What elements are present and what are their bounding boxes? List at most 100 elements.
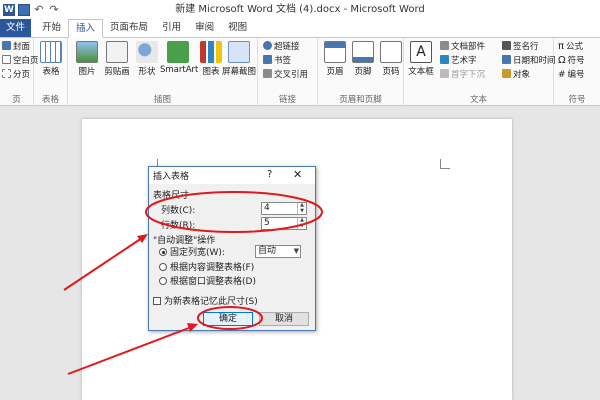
spinner-arrows-icon[interactable]: ▲ ▼ [297, 217, 306, 229]
table-icon [40, 41, 62, 63]
checkbox-icon [153, 297, 161, 305]
hyperlink-icon [263, 41, 272, 50]
quick-parts-icon [440, 41, 449, 50]
autofit-window-radio[interactable]: 根据窗口调整表格(D) [159, 276, 256, 288]
cover-page-icon [2, 41, 11, 50]
autofit-content-radio[interactable]: 根据内容调整表格(F) [159, 262, 254, 274]
title-bar: W ↶ ↷ 新建 Microsoft Word 文档 (4).docx - Mi… [0, 0, 600, 19]
ribbon-tabs: 文件 开始 插入 页面布局 引用 审阅 视图 [0, 19, 600, 38]
bookmark-button[interactable]: 书签 [263, 55, 291, 67]
redo-icon[interactable]: ↷ [48, 3, 60, 16]
rows-spinner[interactable]: 5 ▲ ▼ [261, 217, 307, 230]
group-label-symbols: 符号 [568, 95, 586, 105]
dialog-title-bar: 插入表格 ? ✕ [149, 167, 315, 184]
footer-button[interactable]: 页脚 [348, 41, 378, 77]
drop-cap-button[interactable]: 首字下沉 [440, 69, 485, 81]
table-button[interactable]: 表格 [36, 41, 66, 77]
group-label-tables: 表格 [41, 95, 59, 105]
cancel-button[interactable]: 取消 [259, 312, 309, 326]
group-label-links: 链接 [278, 95, 296, 105]
rows-row: 行数(R): 5 ▲ ▼ [155, 217, 311, 231]
hyperlink-button[interactable]: 超链接 [263, 41, 300, 53]
clip-art-button[interactable]: 剪贴画 [102, 41, 132, 77]
wordart-icon [440, 55, 449, 64]
group-pages: 封面 空白页 分页 页 [0, 38, 39, 106]
tab-home[interactable]: 开始 [35, 19, 68, 37]
fixed-width-radio[interactable]: 固定列宽(W): [159, 247, 225, 259]
quick-parts-button[interactable]: 文档部件 [440, 41, 485, 53]
fixed-width-value: 自动 [258, 246, 277, 256]
columns-label: 列数(C): [161, 206, 196, 216]
shapes-icon [136, 41, 158, 63]
dialog-title: 插入表格 [153, 172, 190, 182]
quick-access-toolbar: W ↶ ↷ [0, 3, 60, 16]
close-icon[interactable]: ✕ [293, 168, 302, 181]
group-header-footer: 页眉 页脚 页码 页眉和页脚 [318, 38, 404, 106]
radio-icon [159, 277, 167, 285]
page-number-icon [380, 41, 402, 63]
number-button[interactable]: # 编号 [558, 69, 585, 81]
page-break-button[interactable]: 分页 [2, 69, 30, 81]
radio-icon [159, 263, 167, 271]
blank-page-icon [2, 55, 11, 64]
drop-cap-icon [440, 69, 449, 78]
group-text: A 文本框 文档部件 艺术字 首字下沉 签名行 日期和时间 对象 文本 [404, 38, 556, 106]
wordart-button[interactable]: 艺术字 [440, 55, 477, 67]
tab-insert[interactable]: 插入 [68, 19, 104, 38]
symbol-button[interactable]: Ω 符号 [558, 55, 585, 67]
picture-icon [76, 41, 98, 63]
pi-icon: π [558, 41, 565, 52]
textbox-button[interactable]: A 文本框 [406, 41, 436, 77]
screenshot-icon [228, 41, 250, 63]
equation-button[interactable]: π 公式 [558, 41, 583, 53]
remember-dimensions-checkbox[interactable]: 为新表格记忆此尺寸(S) [153, 294, 258, 307]
fixed-width-select[interactable]: 自动 ▼ [255, 245, 301, 258]
chart-icon [200, 41, 222, 63]
picture-button[interactable]: 图片 [72, 41, 102, 77]
group-illustrations: 图片 剪贴画 形状 SmartArt 图表 屏幕截图 插图 [68, 38, 258, 106]
word-app-icon[interactable]: W [3, 3, 15, 16]
clip-art-icon [106, 41, 128, 63]
tab-view[interactable]: 视图 [221, 19, 254, 37]
spinner-arrows-icon[interactable]: ▲ ▼ [297, 202, 306, 214]
object-button[interactable]: 对象 [502, 69, 530, 81]
undo-icon[interactable]: ↶ [33, 3, 45, 16]
group-tables: 表格 表格 [34, 38, 68, 106]
date-time-button[interactable]: 日期和时间 [502, 55, 556, 67]
chevron-down-icon: ▼ [293, 247, 299, 255]
tab-page-layout[interactable]: 页面布局 [103, 19, 155, 37]
cross-reference-icon [263, 69, 272, 78]
table-size-heading: 表格尺寸 [153, 191, 190, 201]
insert-table-dialog: 插入表格 ? ✕ 表格尺寸 列数(C): 4 ▲ ▼ 行数(R): 5 ▲ ▼ "自… [148, 166, 316, 331]
margin-corner-top-right [440, 159, 450, 169]
shapes-button[interactable]: 形状 [132, 41, 162, 77]
cross-reference-button[interactable]: 交叉引用 [263, 69, 308, 81]
autofit-heading: "自动调整"操作 [153, 236, 216, 246]
smartart-icon [167, 41, 189, 63]
object-icon [502, 69, 511, 78]
page-number-button[interactable]: 页码 [376, 41, 406, 77]
columns-value: 4 [264, 203, 270, 213]
page-break-icon [2, 69, 11, 78]
signature-line-button[interactable]: 签名行 [502, 41, 539, 53]
tab-file[interactable]: 文件 [0, 19, 32, 37]
save-icon[interactable] [18, 3, 30, 16]
columns-row: 列数(C): 4 ▲ ▼ [155, 202, 311, 216]
signature-line-icon [502, 41, 511, 50]
help-icon[interactable]: ? [267, 169, 272, 180]
number-icon: # [558, 70, 566, 80]
ok-button[interactable]: 确定 [203, 312, 253, 326]
cover-page-button[interactable]: 封面 [2, 41, 30, 53]
columns-spinner[interactable]: 4 ▲ ▼ [261, 202, 307, 215]
footer-icon [352, 41, 374, 63]
radio-selected-icon [159, 248, 167, 256]
tab-review[interactable]: 审阅 [188, 19, 221, 37]
calendar-icon [502, 55, 511, 64]
tab-references[interactable]: 引用 [155, 19, 188, 37]
screenshot-button[interactable]: 屏幕截图 [222, 41, 256, 77]
header-button[interactable]: 页眉 [320, 41, 350, 77]
bookmark-icon [263, 55, 272, 64]
group-label-text: 文本 [469, 95, 487, 105]
smartart-button[interactable]: SmartArt [160, 41, 198, 75]
rows-label: 行数(R): [161, 221, 196, 231]
